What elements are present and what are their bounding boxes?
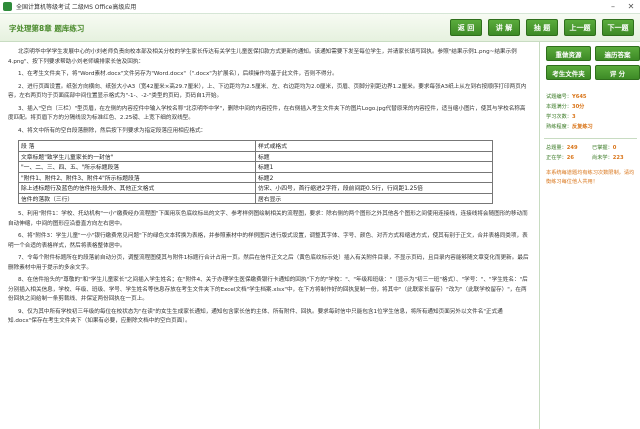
stat-item: 总题量：249 xyxy=(546,143,592,153)
table-cell: "一、二、三、四、五、"所示标题段落 xyxy=(18,161,256,173)
stat-item: 已掌握：0 xyxy=(592,143,638,153)
info-row: 学习次数：3 xyxy=(546,112,637,122)
info-label: 熟练程度： xyxy=(546,124,572,130)
table-cell: 文章标题"致学生儿童家长的一封信" xyxy=(18,150,256,162)
table-cell: 仿宋、小四号，首行缩进2字符，段前间距0.5行，行间距1.25倍 xyxy=(255,182,493,194)
candidate-folder-button[interactable]: 考生文件夹 xyxy=(546,65,591,80)
side-panel: 重做资源 遍历答案 考生文件夹 评 分 试题编号：Y645 本题满分：30分 学… xyxy=(541,42,640,429)
next-question-button[interactable]: 下一题 xyxy=(602,19,634,36)
info-value: Y645 xyxy=(571,94,587,100)
progress-stats: 总题量：249 已掌握：0 正在学：26 尚未学：223 xyxy=(546,143,637,163)
stat-label: 尚未学： xyxy=(592,155,613,161)
table-row: "一、二、三、四、五、"所示标题段落 标题1 xyxy=(18,161,493,173)
info-value: 3 xyxy=(571,114,576,120)
minimize-icon[interactable]: – xyxy=(604,0,622,14)
breadcrumb: 字处理第8章 题库练习 xyxy=(9,24,85,33)
redo-resources-button[interactable]: 重做资源 xyxy=(546,46,591,61)
info-label: 本题满分： xyxy=(546,104,572,110)
stat-value: 249 xyxy=(566,145,578,151)
question-paragraph: 7、令每个附件标题所在的段落前自动分页，调整流程图使其与附件1标题行合计占用一页… xyxy=(8,255,529,271)
table-row: 信件的落款（三行） 居右显示 xyxy=(18,192,493,204)
question-paragraph: 5、利用"附件1：学校、托幼机构"一小"缴费经办流程图"下面用灰色底纹标出的文字… xyxy=(8,211,528,227)
info-value: 反复练习 xyxy=(571,124,593,130)
back-button[interactable]: 返 回 xyxy=(450,19,482,36)
draw-question-button[interactable]: 抽 题 xyxy=(526,19,558,36)
table-cell: 除上述标题行及蓝色的信件抬头段外、其他正文格式 xyxy=(18,182,256,194)
nav-buttons: 返 回 讲 解 抽 题 上一题 下一题 xyxy=(450,19,634,36)
question-info: 试题编号：Y645 本题满分：30分 学习次数：3 熟练程度：反复练习 xyxy=(546,92,637,132)
question-paragraph: 6、将"附件3：学生儿童"一小"银行缴费常见问题"下的绿色文本转换为表格，并参照… xyxy=(8,233,528,249)
title-bar: 全国计算机等级考试 二级MS Office高级应用 – ✕ xyxy=(0,0,640,14)
question-paragraph: 8、在信件抬头的"尊敬的"和"学生儿童家长"之间插入学生姓名；在"附件4、关于办… xyxy=(8,277,528,302)
score-button[interactable]: 评 分 xyxy=(595,65,640,80)
info-row: 本题满分：30分 xyxy=(546,102,637,112)
info-row: 试题编号：Y645 xyxy=(546,92,637,102)
question-paragraph: 1、在考生文件夹下，将"Word素材.docx"文件另存为"Word.docx"… xyxy=(18,71,338,77)
question-paragraph: 4、将文中所有的空白段落删除，然后按下列要求为指定段落应用相应格式： xyxy=(18,127,207,134)
stat-label: 已掌握： xyxy=(592,145,613,151)
info-label: 试题编号： xyxy=(546,94,572,100)
header-bar: 字处理第8章 题库练习 返 回 讲 解 抽 题 上一题 下一题 xyxy=(0,14,640,42)
info-label: 学习次数： xyxy=(546,114,572,120)
format-table: 段 落 样式或格式 文章标题"致学生儿童家长的一封信" 标题 "一、二、三、四、… xyxy=(18,140,493,204)
table-header-row: 段 落 样式或格式 xyxy=(18,140,493,152)
question-paragraph: 3、插入"空白（三栏）"型页眉，在左侧的内容控件中输入学校名称"北京明华中学"，… xyxy=(8,105,526,122)
stat-value: 0 xyxy=(612,145,617,151)
question-paragraph: 2、进行页面设置。纸张方向横向、纸张大小A3（宽42厘米×高29.7厘米），上、… xyxy=(8,83,527,100)
stat-value: 26 xyxy=(566,155,574,161)
info-value: 30分 xyxy=(571,104,585,110)
table-cell: "附件1、附件2、附件3、附件4"所示标题段落 xyxy=(18,171,256,183)
app-logo-icon xyxy=(3,2,12,11)
table-row: "附件1、附件2、附件3、附件4"所示标题段落 标题2 xyxy=(18,171,493,183)
stat-label: 总题量： xyxy=(546,145,567,151)
table-cell: 标题 xyxy=(255,150,493,162)
table-header-cell: 样式或格式 xyxy=(255,140,493,152)
previous-question-button[interactable]: 上一题 xyxy=(564,19,596,36)
side-buttons: 重做资源 遍历答案 考生文件夹 评 分 xyxy=(546,46,640,80)
table-cell: 标题2 xyxy=(255,171,493,183)
window-controls: – ✕ xyxy=(604,0,640,14)
explain-button[interactable]: 讲 解 xyxy=(488,19,520,36)
question-paragraph: 北京明华中学学生发展中心的小刘老师负责向校本部及相关分校的学生家长传达有关学生儿… xyxy=(8,49,517,65)
info-row: 熟练程度：反复练习 xyxy=(546,122,637,132)
question-paragraph: 9、仅为其中所有学校初三年级的每位在校状态为"在读"的女生生成家长通知，通知包含… xyxy=(8,308,503,325)
practice-limit-note: 本系统每道题均有练习次数限制，请均衡练习每位他人共用！ xyxy=(546,170,635,185)
browse-answer-button[interactable]: 遍历答案 xyxy=(595,46,640,61)
stat-item: 正在学：26 xyxy=(546,153,592,163)
table-row: 文章标题"致学生儿童家长的一封信" 标题 xyxy=(18,150,493,162)
question-content: 北京明华中学学生发展中心的小刘老师负责向校本部及相关分校的学生家长传达有关学生儿… xyxy=(0,42,540,429)
table-cell: 标题1 xyxy=(255,161,493,173)
close-icon[interactable]: ✕ xyxy=(622,0,640,14)
stat-label: 正在学： xyxy=(546,155,567,161)
table-cell: 居右显示 xyxy=(255,192,493,204)
stat-item: 尚未学：223 xyxy=(592,153,638,163)
divider xyxy=(544,138,637,139)
stat-value: 223 xyxy=(612,155,624,161)
table-header-cell: 段 落 xyxy=(18,140,256,152)
table-row: 除上述标题行及蓝色的信件抬头段外、其他正文格式 仿宋、小四号，首行缩进2字符，段… xyxy=(18,182,493,194)
table-cell: 信件的落款（三行） xyxy=(18,192,256,204)
window-title: 全国计算机等级考试 二级MS Office高级应用 xyxy=(16,4,137,11)
